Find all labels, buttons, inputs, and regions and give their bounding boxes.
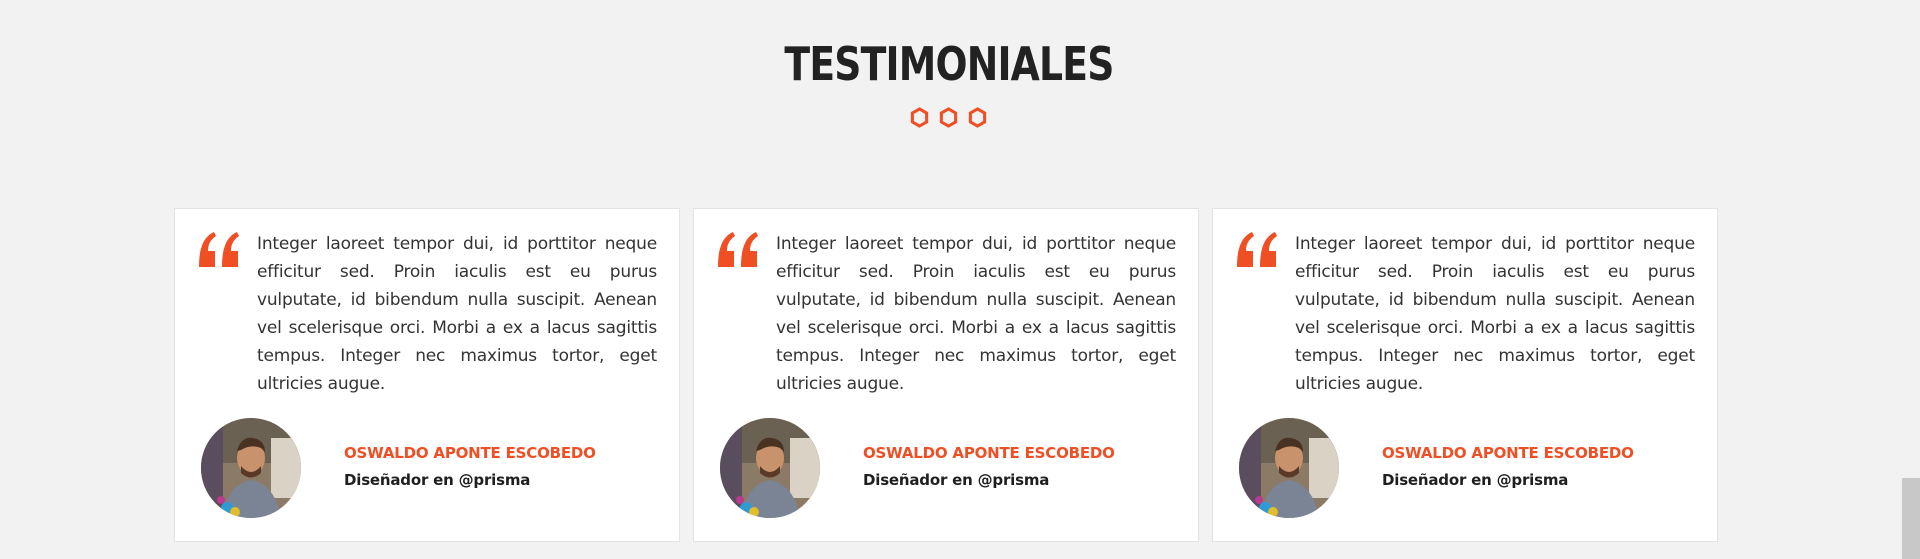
hexagon-icon (939, 107, 958, 128)
author-name: OSWALDO APONTE ESCOBEDO (344, 444, 596, 462)
quote-icon (199, 232, 239, 267)
testimonial-text: Integer laoreet tempor dui, id porttitor… (257, 234, 657, 394)
avatar (1239, 418, 1339, 518)
testimonial-text: Integer laoreet tempor dui, id porttitor… (776, 234, 1176, 394)
author-role: Diseñador en @prisma (1382, 471, 1569, 489)
quote-icon (718, 232, 758, 267)
testimonial-card: Integer laoreet tempor dui, id porttitor… (174, 208, 680, 542)
hexagon-icon (968, 107, 987, 128)
testimonials-section: TESTIMONIALES Integer laoreet tempor dui… (0, 0, 1920, 559)
section-title: TESTIMONIALES (784, 37, 1114, 91)
quote-icon (1237, 232, 1277, 267)
author-role: Diseñador en @prisma (344, 471, 531, 489)
testimonial-list: Integer laoreet tempor dui, id porttitor… (174, 208, 1718, 542)
author-role: Diseñador en @prisma (863, 471, 1050, 489)
scrollbar-thumb[interactable] (1902, 478, 1920, 559)
testimonial-card: Integer laoreet tempor dui, id porttitor… (693, 208, 1199, 542)
author-name: OSWALDO APONTE ESCOBEDO (863, 444, 1115, 462)
testimonial-card: Integer laoreet tempor dui, id porttitor… (1212, 208, 1718, 542)
author-name: OSWALDO APONTE ESCOBEDO (1382, 444, 1634, 462)
testimonial-text: Integer laoreet tempor dui, id porttitor… (1295, 234, 1695, 394)
avatar (201, 418, 301, 518)
hexagon-icon (910, 107, 929, 128)
title-divider (910, 107, 990, 129)
avatar (720, 418, 820, 518)
